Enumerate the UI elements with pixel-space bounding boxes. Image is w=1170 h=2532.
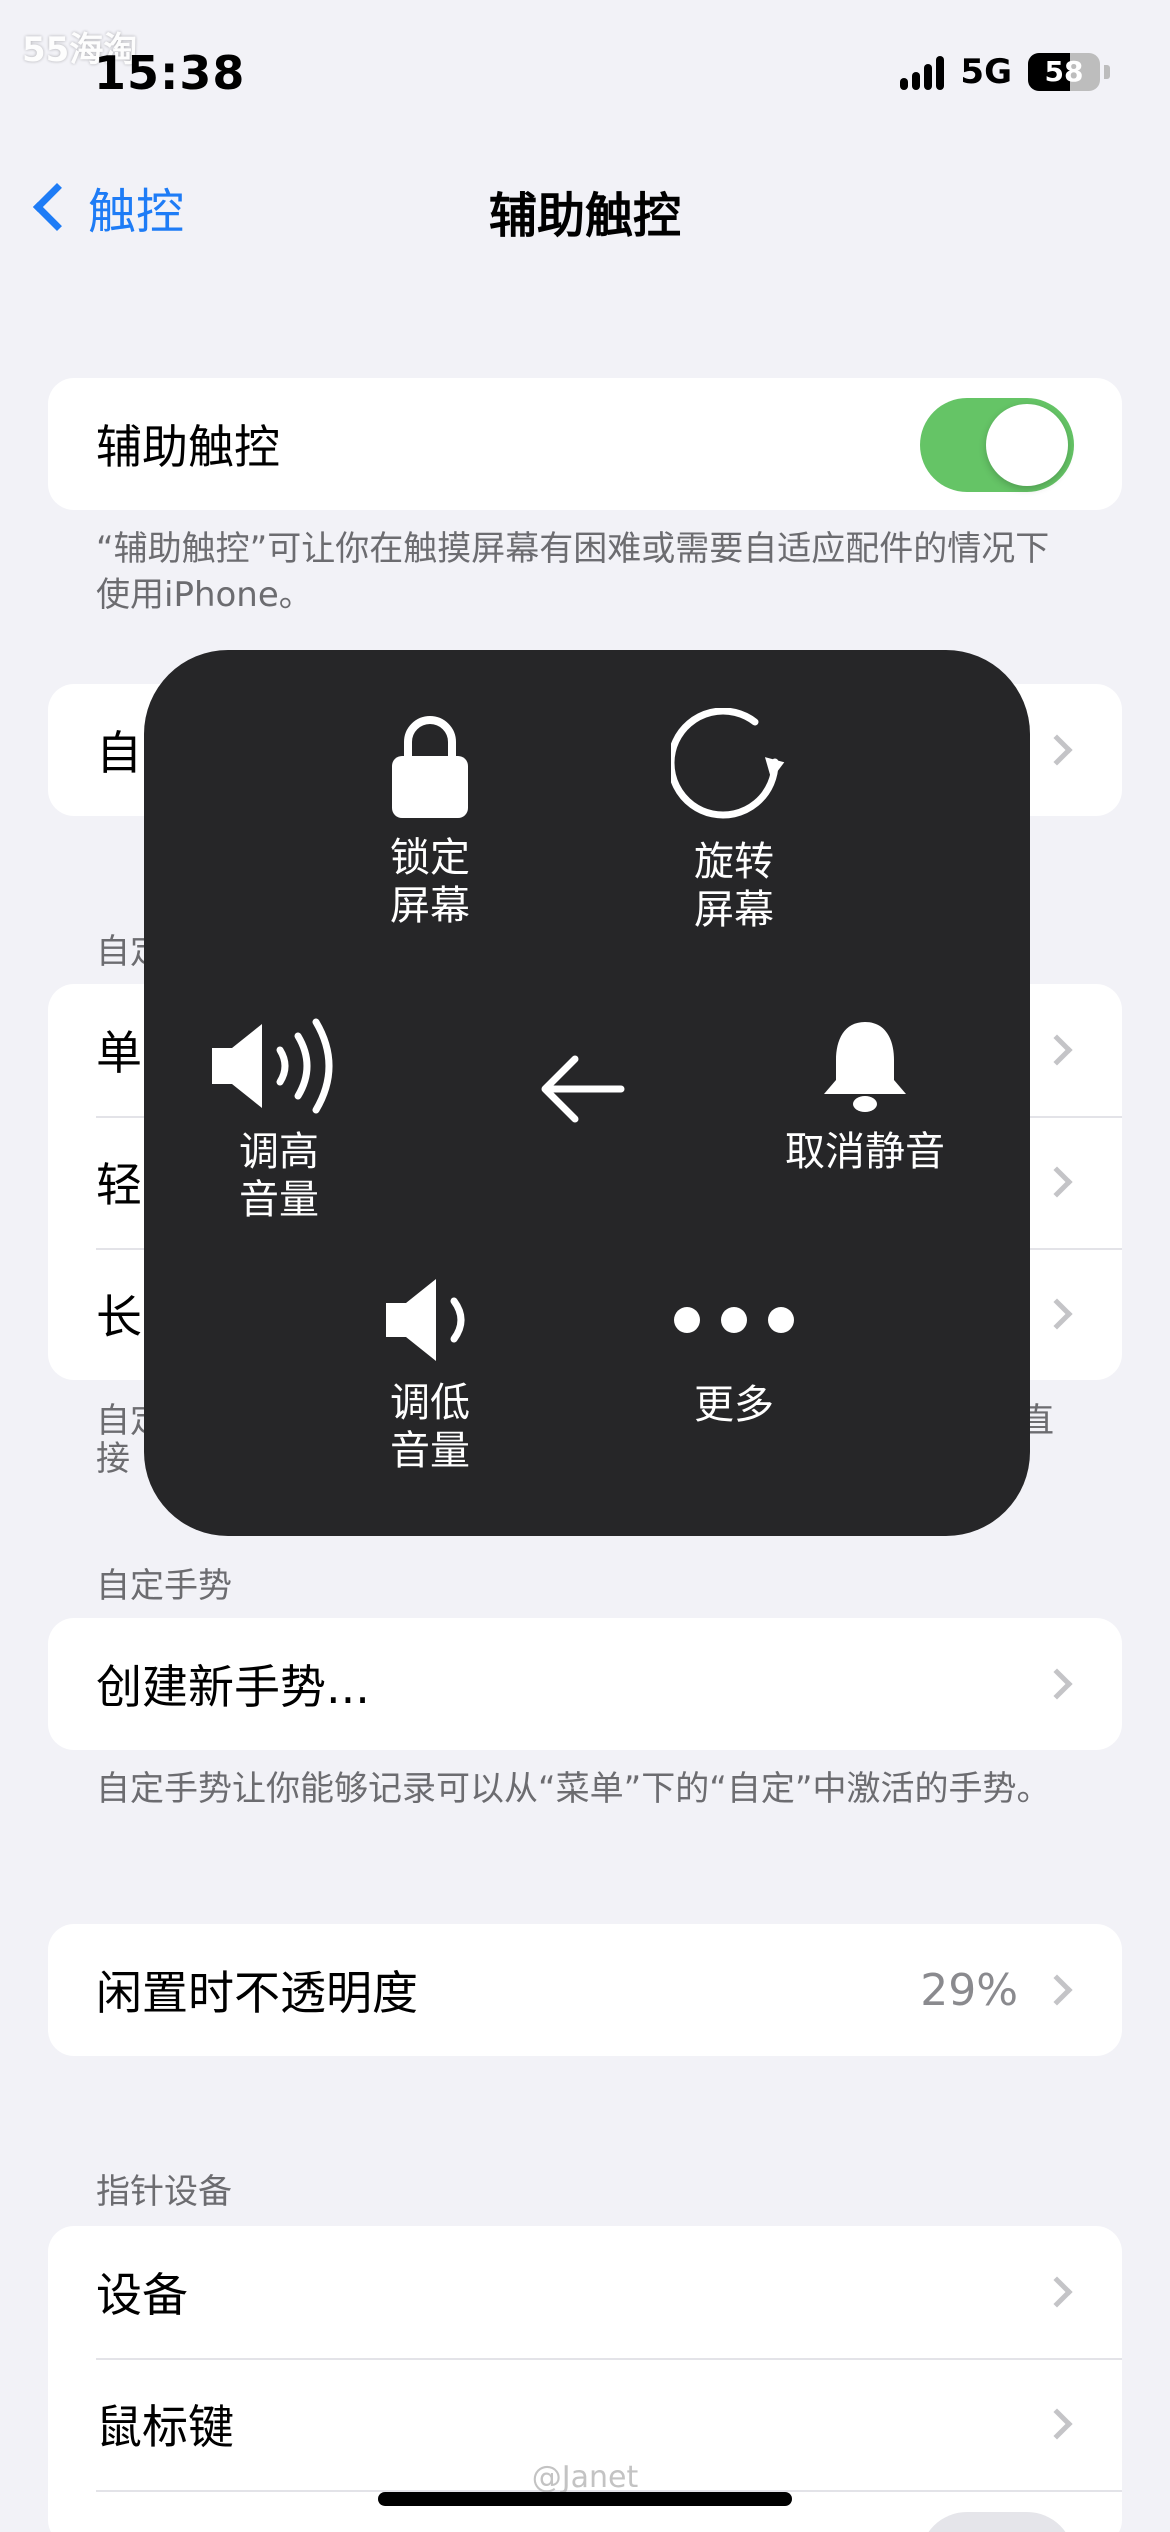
chevron-right-icon: [1041, 1034, 1073, 1066]
status-time: 15:38: [94, 46, 246, 100]
create-gesture-row[interactable]: 创建新手势...: [48, 1618, 1122, 1750]
battery-icon: 58: [1028, 53, 1100, 91]
double-tap-label: 轻: [96, 1158, 142, 1212]
lock-screen-button[interactable]: 锁定 屏幕: [355, 708, 505, 930]
idle-opacity-label: 闲置时不透明度: [96, 1966, 418, 2020]
battery-percent: 58: [1044, 55, 1084, 88]
customize-menu-label: 自: [96, 726, 142, 780]
devices-row[interactable]: 设备: [48, 2226, 1122, 2358]
pointer-devices-header: 指针设备: [96, 2172, 232, 2212]
single-tap-label: 单: [96, 1026, 142, 1080]
chevron-right-icon: [1041, 734, 1073, 766]
gestures-card: 创建新手势...: [48, 1618, 1122, 1750]
long-press-label: 长: [96, 1290, 142, 1344]
idle-opacity-row[interactable]: 闲置时不透明度 29%: [48, 1924, 1122, 2056]
gestures-header: 自定手势: [96, 1566, 232, 1606]
rotate-icon: [671, 708, 785, 819]
idle-opacity-card: 闲置时不透明度 29%: [48, 1924, 1122, 2056]
page-title: 辅助触控: [488, 188, 681, 244]
assistive-touch-toggle[interactable]: [920, 398, 1074, 492]
chevron-right-icon: [1041, 1668, 1073, 1700]
back-menu-button[interactable]: [537, 1053, 627, 1125]
idle-opacity-value: 29%: [920, 1964, 1018, 2016]
devices-label: 设备: [96, 2268, 188, 2322]
rotate-screen-label: 旋转 屏幕: [694, 839, 774, 933]
assistive-touch-footer: “辅助触控”可让你在触摸屏幕有困难或需要自适应配件的情况下使用iPhone。: [96, 529, 1050, 615]
home-indicator[interactable]: [378, 2492, 792, 2506]
assistive-touch-menu: 锁定 屏幕 旋转 屏幕 调高 音量 取消静音 调低 音量 更多: [144, 650, 1030, 1536]
chevron-right-icon: [1041, 2276, 1073, 2308]
rotate-screen-button[interactable]: 旋转 屏幕: [654, 708, 814, 934]
volume-down-icon: [386, 1279, 465, 1361]
status-indicators: 5G 58: [900, 52, 1110, 92]
assistive-touch-label: 辅助触控: [96, 420, 280, 474]
chevron-right-icon: [1041, 2408, 1073, 2440]
more-label: 更多: [694, 1382, 774, 1428]
cellular-signal-icon: [900, 54, 945, 90]
assistive-touch-row: 辅助触控: [48, 378, 1122, 510]
ellipsis-icon: [674, 1307, 794, 1333]
volume-down-button[interactable]: 调低 音量: [355, 1275, 505, 1475]
arrow-left-icon: [541, 1055, 625, 1123]
volume-up-button[interactable]: 调高 音量: [204, 1018, 354, 1224]
assistive-touch-card: 辅助触控: [48, 378, 1122, 510]
watermark-bottom: @Janet: [531, 2460, 639, 2495]
gestures-footer: 自定手势让你能够记录可以从“菜单”下的“自定”中激活的手势。: [96, 1769, 1051, 1809]
volume-up-icon: [212, 1018, 333, 1114]
create-gesture-label: 创建新手势...: [96, 1660, 370, 1714]
partial-toggle[interactable]: [920, 2512, 1074, 2532]
volume-up-label: 调高 音量: [239, 1129, 319, 1223]
network-type: 5G: [960, 52, 1012, 92]
chevron-right-icon: [1041, 1166, 1073, 1198]
lock-icon: [392, 716, 468, 818]
chevron-right-icon: [1041, 1298, 1073, 1330]
mouse-keys-label: 鼠标键: [96, 2400, 234, 2454]
bell-icon: [824, 1022, 906, 1112]
chevron-right-icon: [1041, 1974, 1073, 2006]
unmute-label: 取消静音: [785, 1129, 945, 1175]
lock-screen-label: 锁定 屏幕: [390, 835, 470, 929]
volume-down-label: 调低 音量: [390, 1380, 470, 1474]
unmute-button[interactable]: 取消静音: [780, 1018, 950, 1176]
more-button[interactable]: 更多: [659, 1305, 809, 1429]
